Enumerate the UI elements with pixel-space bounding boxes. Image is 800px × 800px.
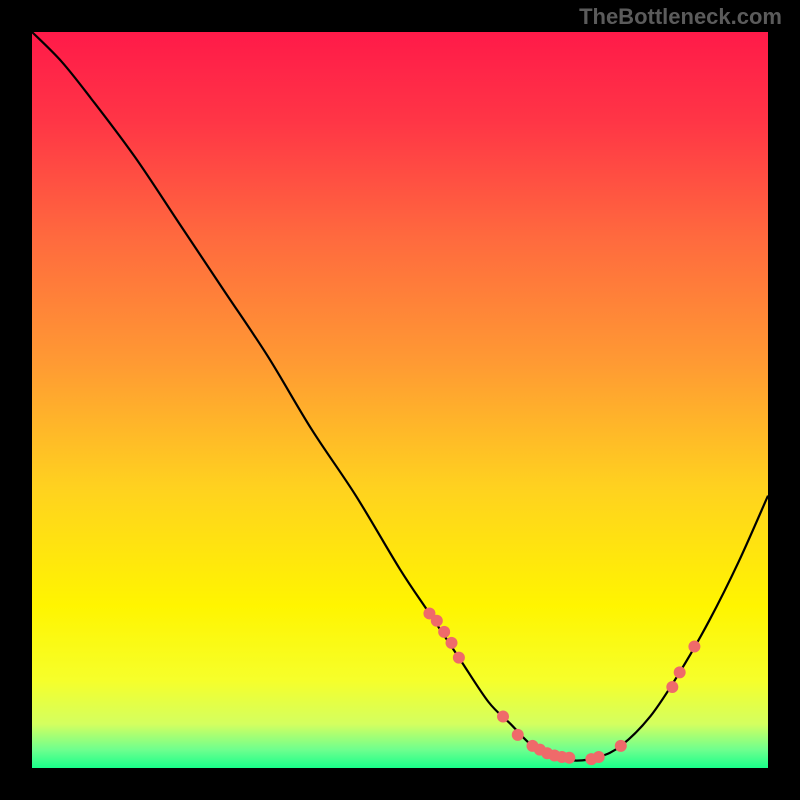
plot-background: [32, 32, 768, 768]
chart-container: TheBottleneck.com: [0, 0, 800, 800]
gradient-fill: [32, 32, 768, 768]
watermark-label: TheBottleneck.com: [579, 4, 782, 30]
